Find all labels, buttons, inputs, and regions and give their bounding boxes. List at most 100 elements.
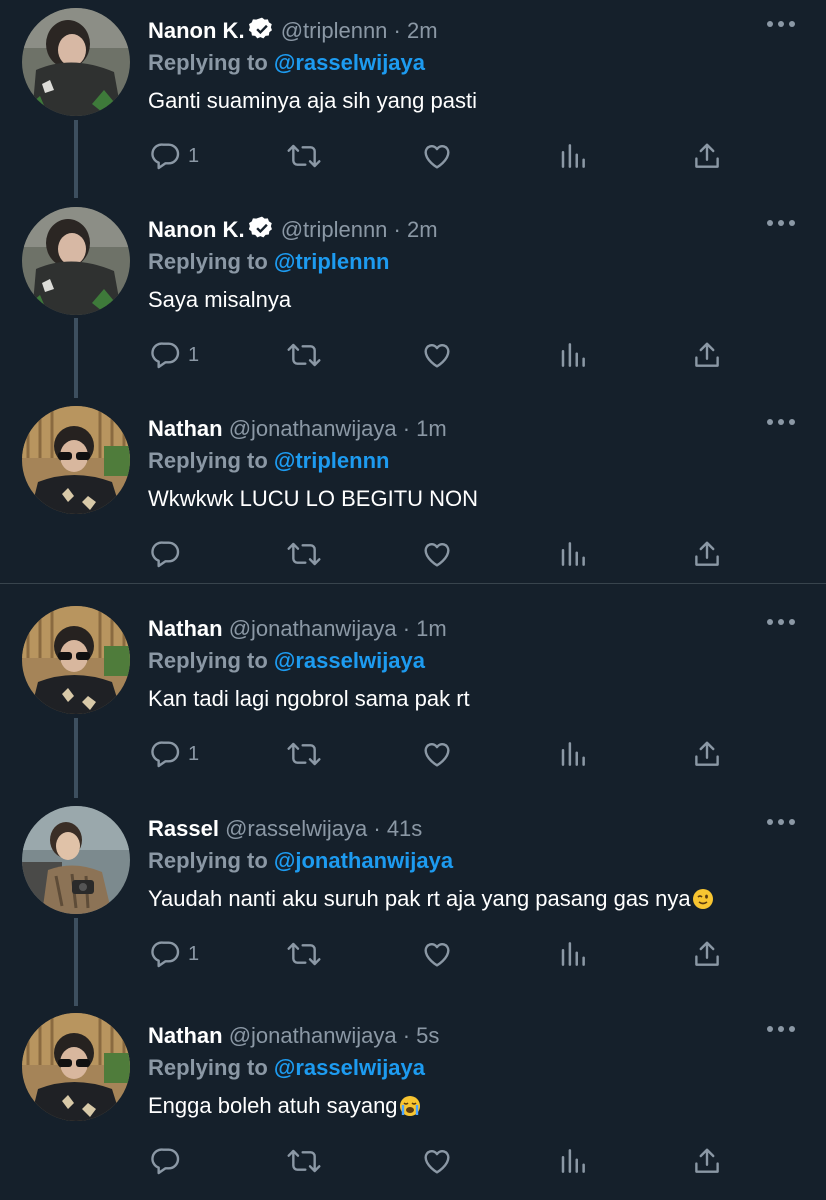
more-options-icon[interactable] bbox=[766, 12, 796, 36]
reply-button[interactable]: 1 bbox=[150, 934, 199, 974]
timestamp[interactable]: 1m bbox=[416, 616, 447, 641]
tweet[interactable]: Rassel @rasselwijaya · 41s Replying to @… bbox=[0, 802, 826, 1002]
replying-to-label: Replying to bbox=[148, 448, 268, 473]
retweet-button[interactable] bbox=[286, 136, 322, 176]
reply-count: 1 bbox=[188, 742, 200, 765]
tweet[interactable]: Nanon K. @triplennn · 2m Replying to @tr… bbox=[0, 203, 826, 393]
tweet[interactable]: Nathan @jonathanwijaya · 1m Replying to … bbox=[0, 602, 826, 792]
view-analytics-button[interactable] bbox=[558, 934, 588, 974]
replying-to: Replying to @rasselwijaya bbox=[148, 1053, 425, 1083]
reply-button[interactable]: 1 bbox=[150, 136, 199, 176]
timestamp[interactable]: 1m bbox=[416, 416, 447, 441]
replying-to: Replying to @triplennn bbox=[148, 446, 389, 476]
avatar[interactable] bbox=[22, 8, 130, 116]
mention-link[interactable]: @rasselwijaya bbox=[274, 648, 425, 673]
handle[interactable]: @triplennn bbox=[281, 18, 388, 43]
analytics-icon bbox=[558, 738, 588, 770]
share-icon bbox=[692, 738, 722, 770]
tweet-text-container: Yaudah nanti aku suruh pak rt aja yang p… bbox=[148, 884, 714, 918]
display-name[interactable]: Nathan bbox=[148, 416, 223, 441]
more-options-icon[interactable] bbox=[766, 1017, 796, 1041]
action-bar: 1 bbox=[148, 734, 748, 774]
display-name[interactable]: Nathan bbox=[148, 1023, 223, 1048]
retweet-button[interactable] bbox=[286, 734, 322, 774]
handle[interactable]: @jonathanwijaya bbox=[229, 616, 397, 641]
analytics-icon bbox=[558, 1145, 588, 1177]
view-analytics-button[interactable] bbox=[558, 335, 588, 375]
display-name[interactable]: Nanon K. bbox=[148, 217, 245, 242]
heart-icon bbox=[420, 1145, 454, 1177]
view-analytics-button[interactable] bbox=[558, 1141, 588, 1181]
share-button[interactable] bbox=[692, 335, 722, 375]
heart-icon bbox=[420, 538, 454, 570]
share-button[interactable] bbox=[692, 934, 722, 974]
view-analytics-button[interactable] bbox=[558, 136, 588, 176]
share-button[interactable] bbox=[692, 534, 722, 574]
share-button[interactable] bbox=[692, 1141, 722, 1181]
reply-button[interactable]: 1 bbox=[150, 734, 199, 774]
reply-icon bbox=[150, 1145, 182, 1177]
display-name[interactable]: Rassel bbox=[148, 816, 219, 841]
tweet-text: Engga boleh atuh sayang bbox=[148, 1093, 398, 1118]
mention-link[interactable]: @triplennn bbox=[274, 448, 390, 473]
display-name[interactable]: Nathan bbox=[148, 616, 223, 641]
share-button[interactable] bbox=[692, 136, 722, 176]
like-button[interactable] bbox=[420, 335, 454, 375]
verified-badge-icon bbox=[248, 16, 275, 50]
display-name[interactable]: Nanon K. bbox=[148, 18, 245, 43]
view-analytics-button[interactable] bbox=[558, 534, 588, 574]
handle[interactable]: @jonathanwijaya bbox=[229, 416, 397, 441]
reply-icon bbox=[150, 938, 182, 970]
reply-count: 1 bbox=[188, 144, 200, 167]
avatar[interactable] bbox=[22, 1013, 130, 1121]
reply-count: 1 bbox=[188, 942, 200, 965]
like-button[interactable] bbox=[420, 534, 454, 574]
timestamp[interactable]: 5s bbox=[416, 1023, 439, 1048]
reply-button[interactable]: 1 bbox=[150, 335, 199, 375]
retweet-button[interactable] bbox=[286, 335, 322, 375]
retweet-button[interactable] bbox=[286, 934, 322, 974]
like-button[interactable] bbox=[420, 934, 454, 974]
tweet-header: Nathan @jonathanwijaya · 1m bbox=[148, 614, 746, 644]
mention-link[interactable]: @rasselwijaya bbox=[274, 50, 425, 75]
more-options-icon[interactable] bbox=[766, 810, 796, 834]
share-button[interactable] bbox=[692, 734, 722, 774]
avatar[interactable] bbox=[22, 207, 130, 315]
view-analytics-button[interactable] bbox=[558, 734, 588, 774]
retweet-button[interactable] bbox=[286, 1141, 322, 1181]
handle[interactable]: @triplennn bbox=[281, 217, 388, 242]
handle[interactable]: @rasselwijaya bbox=[225, 816, 367, 841]
timestamp[interactable]: 2m bbox=[407, 18, 438, 43]
like-button[interactable] bbox=[420, 1141, 454, 1181]
replying-to-label: Replying to bbox=[148, 249, 268, 274]
like-button[interactable] bbox=[420, 734, 454, 774]
timestamp[interactable]: 2m bbox=[407, 217, 438, 242]
replying-to-label: Replying to bbox=[148, 50, 268, 75]
avatar[interactable] bbox=[22, 406, 130, 514]
mention-link[interactable]: @triplennn bbox=[274, 249, 390, 274]
reply-button[interactable] bbox=[150, 1141, 188, 1181]
mention-link[interactable]: @jonathanwijaya bbox=[274, 848, 453, 873]
replying-to-label: Replying to bbox=[148, 1055, 268, 1080]
tweet-text: Ganti suaminya aja sih yang pasti bbox=[148, 88, 477, 113]
retweet-icon bbox=[286, 140, 322, 172]
avatar[interactable] bbox=[22, 606, 130, 714]
tweet-header: Nanon K. @triplennn · 2m bbox=[148, 215, 746, 249]
separator-dot: · bbox=[393, 18, 401, 43]
mention-link[interactable]: @rasselwijaya bbox=[274, 1055, 425, 1080]
more-options-icon[interactable] bbox=[766, 610, 796, 634]
retweet-button[interactable] bbox=[286, 534, 322, 574]
like-button[interactable] bbox=[420, 136, 454, 176]
separator-dot: · bbox=[402, 1023, 411, 1048]
more-options-icon[interactable] bbox=[766, 410, 796, 434]
more-options-icon[interactable] bbox=[766, 211, 796, 235]
tweet[interactable]: Nathan @jonathanwijaya · 1m Replying to … bbox=[0, 402, 826, 582]
analytics-icon bbox=[558, 140, 588, 172]
reply-icon bbox=[150, 538, 182, 570]
tweet[interactable]: Nanon K. @triplennn · 2m Replying to @ra… bbox=[0, 4, 826, 194]
tweet[interactable]: Nathan @jonathanwijaya · 5s Replying to … bbox=[0, 1009, 826, 1199]
avatar[interactable] bbox=[22, 806, 130, 914]
timestamp[interactable]: 41s bbox=[387, 816, 422, 841]
handle[interactable]: @jonathanwijaya bbox=[229, 1023, 397, 1048]
reply-button[interactable] bbox=[150, 534, 188, 574]
